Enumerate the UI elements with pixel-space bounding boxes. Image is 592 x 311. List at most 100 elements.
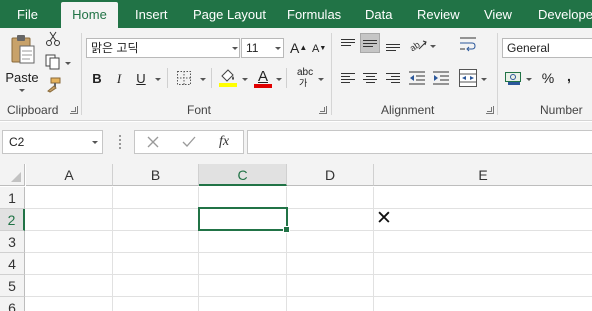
formula-bar-splitter[interactable] bbox=[119, 135, 121, 149]
cell-d2[interactable]: ✕ bbox=[376, 208, 392, 230]
row-header-6[interactable]: 6 bbox=[0, 297, 25, 311]
font-color-dropdown-icon[interactable] bbox=[276, 78, 282, 81]
bottom-align-icon[interactable] bbox=[386, 44, 400, 53]
clipboard-launcher-icon[interactable] bbox=[70, 106, 78, 114]
tab-home[interactable]: Home bbox=[61, 2, 118, 28]
decrease-indent-icon[interactable] bbox=[409, 71, 425, 85]
row-header-2[interactable]: 2 bbox=[0, 209, 25, 231]
formula-input[interactable] bbox=[247, 130, 592, 154]
font-name-combo[interactable]: 맑은 고딕 bbox=[86, 38, 240, 58]
tab-developer[interactable]: Developer bbox=[538, 0, 592, 28]
tab-page-layout[interactable]: Page Layout bbox=[193, 0, 266, 28]
gridline bbox=[112, 187, 113, 311]
percent-style-button[interactable]: % bbox=[540, 70, 556, 86]
copy-dropdown-icon[interactable] bbox=[65, 62, 71, 65]
column-header-b[interactable]: B bbox=[113, 164, 199, 186]
tab-review[interactable]: Review bbox=[417, 0, 460, 28]
phonetic-guide-button[interactable]: abc 가 bbox=[297, 68, 313, 89]
group-separator bbox=[81, 33, 82, 115]
divider bbox=[167, 68, 168, 88]
column-header-c[interactable]: C bbox=[199, 164, 287, 186]
group-separator bbox=[331, 33, 332, 115]
row-header-3[interactable]: 3 bbox=[0, 231, 25, 253]
font-name-value: 맑은 고딕 bbox=[91, 41, 139, 55]
accounting-format-icon[interactable] bbox=[505, 70, 523, 86]
tab-data[interactable]: Data bbox=[365, 0, 392, 28]
number-format-combo[interactable]: General bbox=[502, 38, 592, 58]
gridline bbox=[25, 230, 592, 231]
increase-font-size-button[interactable]: A▲ bbox=[290, 40, 307, 56]
font-size-combo[interactable]: 11 bbox=[241, 38, 284, 58]
gridline bbox=[25, 208, 592, 209]
paste-button[interactable]: Paste bbox=[4, 32, 42, 94]
paste-label: Paste bbox=[5, 70, 39, 85]
increase-indent-icon[interactable] bbox=[433, 71, 449, 85]
merge-center-dropdown-icon[interactable] bbox=[481, 78, 487, 81]
column-header-e[interactable]: E bbox=[374, 164, 592, 186]
select-all-corner[interactable] bbox=[0, 164, 25, 186]
insert-function-button[interactable]: fx bbox=[219, 133, 229, 151]
cancel-icon[interactable] bbox=[147, 136, 159, 148]
format-painter-icon[interactable] bbox=[45, 77, 61, 93]
phonetic-dropdown-icon[interactable] bbox=[318, 78, 324, 81]
cut-icon[interactable] bbox=[45, 31, 61, 47]
name-box-dropdown-icon[interactable] bbox=[92, 141, 98, 144]
clipboard-group-label: Clipboard bbox=[7, 103, 59, 117]
gridline bbox=[25, 274, 592, 275]
phonetic-sub-glyph: 가 bbox=[299, 78, 308, 88]
accounting-dropdown-icon[interactable] bbox=[526, 78, 532, 81]
font-name-dropdown-icon[interactable] bbox=[232, 47, 238, 50]
italic-button[interactable]: I bbox=[113, 71, 125, 87]
number-format-value: General bbox=[507, 41, 550, 55]
font-size-dropdown-icon[interactable] bbox=[275, 47, 281, 50]
align-right-icon[interactable] bbox=[386, 73, 400, 85]
row-header-4[interactable]: 4 bbox=[0, 253, 25, 275]
font-color-button[interactable]: A bbox=[254, 68, 272, 88]
font-size-value: 11 bbox=[246, 41, 259, 55]
bold-button[interactable]: B bbox=[91, 71, 103, 87]
enter-icon[interactable] bbox=[182, 136, 196, 148]
orientation-icon[interactable]: ab bbox=[409, 37, 427, 51]
divider bbox=[211, 68, 212, 88]
row-header-5[interactable]: 5 bbox=[0, 275, 25, 297]
gridline bbox=[25, 296, 592, 297]
paste-icon bbox=[11, 35, 35, 64]
align-center-icon[interactable] bbox=[363, 73, 377, 85]
tab-file[interactable]: File bbox=[17, 0, 38, 28]
gridline bbox=[25, 252, 592, 253]
comma-style-button[interactable]: , bbox=[564, 68, 574, 84]
tab-insert[interactable]: Insert bbox=[135, 0, 168, 28]
font-group-label: Font bbox=[187, 103, 212, 117]
borders-dropdown-icon[interactable] bbox=[200, 78, 206, 81]
font-color-bar bbox=[254, 84, 272, 88]
number-group-label: Number bbox=[540, 103, 583, 117]
column-header-a[interactable]: A bbox=[26, 164, 113, 186]
active-cell-c2[interactable] bbox=[198, 207, 290, 233]
column-header-d[interactable]: D bbox=[287, 164, 374, 186]
name-box[interactable]: C2 bbox=[2, 130, 103, 154]
tab-view[interactable]: View bbox=[484, 0, 512, 28]
grow-arrow-icon: ▲ bbox=[299, 43, 308, 52]
tab-formulas[interactable]: Formulas bbox=[287, 0, 341, 28]
divider bbox=[286, 68, 287, 88]
merge-center-icon[interactable] bbox=[459, 69, 477, 87]
svg-text:ab: ab bbox=[409, 39, 422, 51]
middle-align-button[interactable] bbox=[360, 33, 380, 53]
ribbon: Paste Clipboard 맑은 고딕 11 A▲ A▼ B I U A a… bbox=[0, 28, 592, 121]
top-align-icon[interactable] bbox=[341, 39, 355, 48]
underline-dropdown-icon[interactable] bbox=[155, 78, 161, 81]
align-left-icon[interactable] bbox=[341, 73, 355, 85]
row-header-1[interactable]: 1 bbox=[0, 187, 25, 209]
wrap-text-icon[interactable] bbox=[460, 36, 476, 52]
font-launcher-icon[interactable] bbox=[319, 106, 327, 114]
alignment-launcher-icon[interactable] bbox=[486, 106, 494, 114]
orientation-dropdown-icon[interactable] bbox=[430, 45, 436, 48]
fill-color-icon[interactable] bbox=[219, 69, 237, 87]
gridline bbox=[198, 187, 199, 311]
name-box-value: C2 bbox=[9, 135, 25, 149]
borders-icon[interactable] bbox=[177, 71, 191, 85]
fill-color-dropdown-icon[interactable] bbox=[242, 78, 248, 81]
copy-icon[interactable] bbox=[45, 54, 61, 70]
underline-button[interactable]: U bbox=[135, 71, 147, 87]
decrease-font-size-button[interactable]: A▼ bbox=[312, 42, 326, 56]
